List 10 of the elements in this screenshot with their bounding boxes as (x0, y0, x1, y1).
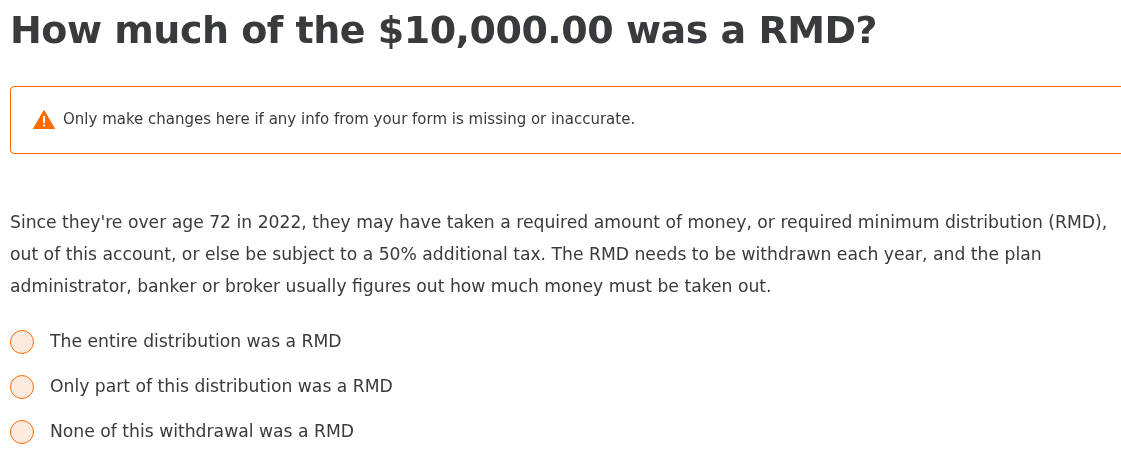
description-paragraph: Since they're over age 72 in 2022, they may have taken a required amount of money, or required minimum distribution (RMD), out of this account, or else be subject to a 50% additional tax. The RMD needs to be withdrawn each year, and the plan administrator, banker or broker usually figures out how much money must be taken out. (10, 210, 1109, 298)
radio-button[interactable] (10, 375, 34, 400)
radio-button[interactable] (10, 420, 34, 445)
page-heading: How much of the $10,000.00 was a RMD? (10, 8, 879, 54)
option-label[interactable]: None of this withdrawal was a RMD (50, 419, 354, 445)
option-label[interactable]: The entire distribution was a RMD (50, 329, 342, 355)
alert-text: Only make changes here if any info from your form is missing or inaccurate. (63, 109, 636, 131)
option-label[interactable]: Only part of this distribution was a RMD (50, 374, 393, 400)
warning-icon (33, 110, 55, 130)
radio-button[interactable] (10, 330, 34, 355)
